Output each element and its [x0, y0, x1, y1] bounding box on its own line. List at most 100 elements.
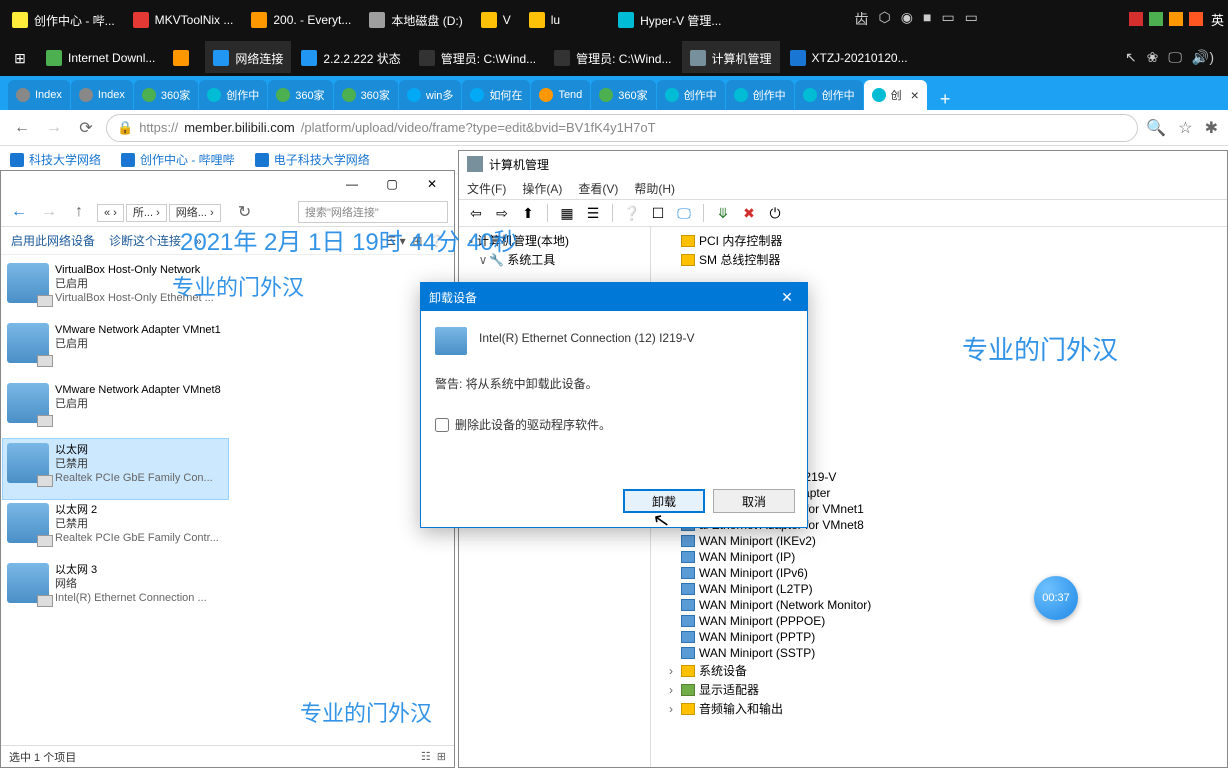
- scan-icon[interactable]: ⤋: [712, 202, 734, 224]
- taskbar-item[interactable]: 计算机管理: [682, 41, 780, 73]
- network-adapter-device[interactable]: WAN Miniport (SSTP): [661, 645, 1217, 661]
- taskbar-item[interactable]: 网络连接: [205, 41, 291, 73]
- menu-item[interactable]: 文件(F): [467, 180, 506, 197]
- taskbar-item[interactable]: 本地磁盘 (D:): [361, 3, 470, 35]
- minimize-button[interactable]: —: [334, 173, 370, 195]
- tray-icon[interactable]: ▭: [965, 9, 978, 29]
- bookmark-item[interactable]: 电子科技大学网络: [255, 151, 370, 168]
- device-category[interactable]: ›音频输入和输出: [661, 699, 1217, 718]
- nc-forward-button[interactable]: →: [37, 200, 61, 224]
- device-item[interactable]: SM 总线控制器: [661, 250, 1217, 269]
- menu-item[interactable]: 帮助(H): [634, 180, 675, 197]
- tiles-view-icon[interactable]: ⊞: [437, 750, 446, 763]
- cancel-button[interactable]: 取消: [713, 489, 795, 513]
- menu-item[interactable]: 操作(A): [522, 180, 562, 197]
- nc-command[interactable]: »: [195, 234, 202, 248]
- network-adapter-item[interactable]: 以太网 3网络Intel(R) Ethernet Connection ...: [3, 559, 228, 619]
- delete-driver-input[interactable]: [435, 418, 449, 432]
- taskbar-item[interactable]: [165, 41, 203, 73]
- tray-icon[interactable]: ▭: [941, 9, 954, 29]
- forward-button[interactable]: →: [42, 116, 66, 140]
- taskbar-item[interactable]: 2.2.2.222 状态: [293, 41, 408, 73]
- taskbar-item[interactable]: V: [473, 3, 519, 35]
- reload-button[interactable]: ⟳: [74, 116, 98, 140]
- url-input[interactable]: 🔒 https://member.bilibili.com/platform/u…: [106, 114, 1138, 142]
- delete-icon[interactable]: ✖: [738, 202, 760, 224]
- device-item[interactable]: PCI 内存控制器: [661, 231, 1217, 250]
- taskbar-item[interactable]: [570, 3, 608, 35]
- network-adapter-device[interactable]: WAN Miniport (PPPOE): [661, 613, 1217, 629]
- chrome-tab[interactable]: 创×: [864, 80, 927, 110]
- ime-indicator[interactable]: 英: [1211, 10, 1224, 29]
- power-icon[interactable]: ⏻: [764, 202, 786, 224]
- network-adapter-device[interactable]: WAN Miniport (IKEv2): [661, 533, 1217, 549]
- back-button[interactable]: ←: [10, 116, 34, 140]
- nc-command[interactable]: 诊断这个连接: [109, 232, 181, 249]
- network-adapter-device[interactable]: WAN Miniport (IP): [661, 549, 1217, 565]
- tray-app-icon[interactable]: [1149, 12, 1163, 26]
- tree-root[interactable]: ▪计算机管理(本地): [463, 231, 646, 250]
- bookmark-item[interactable]: 创作中心 - 哔哩哔: [121, 151, 235, 168]
- taskbar-item[interactable]: 管理员: C:\Wind...: [546, 41, 679, 73]
- network-adapter-item[interactable]: VirtualBox Host-Only Network已启用VirtualBo…: [3, 259, 228, 319]
- chrome-tab[interactable]: 创作中: [199, 80, 267, 110]
- extensions-icon[interactable]: ✱: [1205, 118, 1218, 138]
- network-adapter-device[interactable]: WAN Miniport (IPv6): [661, 565, 1217, 581]
- nc-breadcrumb[interactable]: « ›所... ›网络... ›: [97, 204, 223, 220]
- taskbar-item[interactable]: Hyper-V 管理...: [610, 3, 729, 35]
- taskbar-item[interactable]: lu: [521, 3, 568, 35]
- back-icon[interactable]: ⇦: [465, 202, 487, 224]
- dialog-close-button[interactable]: ✕: [775, 289, 799, 306]
- chrome-tab[interactable]: 360家: [334, 80, 398, 110]
- chrome-tab[interactable]: Index: [71, 80, 133, 110]
- tray-icon[interactable]: ❀: [1147, 49, 1159, 66]
- tray-icon[interactable]: 🔊): [1192, 49, 1214, 66]
- network-adapter-device[interactable]: WAN Miniport (PPTP): [661, 629, 1217, 645]
- taskbar-item[interactable]: 200. - Everyt...: [243, 3, 359, 35]
- tray-app-icon[interactable]: [1129, 12, 1143, 26]
- nc-search-input[interactable]: 搜索"网络连接": [298, 201, 448, 223]
- close-button[interactable]: ✕: [414, 173, 450, 195]
- taskbar-item[interactable]: XTZJ-20210120...: [782, 41, 916, 73]
- list-icon[interactable]: ☰: [582, 202, 604, 224]
- new-tab-button[interactable]: +: [928, 89, 963, 110]
- properties-icon[interactable]: ▦: [556, 202, 578, 224]
- bookmark-item[interactable]: 科技大学网络: [10, 151, 101, 168]
- tray-icon[interactable]: ⬡: [879, 9, 891, 29]
- maximize-button[interactable]: ▢: [374, 173, 410, 195]
- delete-driver-checkbox[interactable]: 删除此设备的驱动程序软件。: [435, 416, 793, 433]
- monitor-icon[interactable]: 🖵: [673, 202, 695, 224]
- chrome-tab[interactable]: win多: [399, 80, 462, 110]
- up-icon[interactable]: ⬆: [517, 202, 539, 224]
- tray-icon[interactable]: ◉: [901, 9, 913, 29]
- network-adapter-item[interactable]: 以太网 2已禁用Realtek PCIe GbE Family Contr...: [3, 499, 228, 559]
- chrome-tab[interactable]: 360家: [591, 80, 655, 110]
- chrome-tab[interactable]: Index: [8, 80, 70, 110]
- view-icon[interactable]: ☐: [647, 202, 669, 224]
- network-adapter-item[interactable]: 以太网已禁用Realtek PCIe GbE Family Con...: [3, 439, 228, 499]
- chrome-tab[interactable]: 创作中: [657, 80, 725, 110]
- device-category[interactable]: ›系统设备: [661, 661, 1217, 680]
- taskbar-item[interactable]: 创作中心 - 哔...: [4, 3, 123, 35]
- tray-icon[interactable]: 🖵: [1168, 49, 1182, 66]
- tray-icon[interactable]: ↖: [1125, 49, 1137, 66]
- network-adapter-device[interactable]: WAN Miniport (Network Monitor): [661, 597, 1217, 613]
- chrome-tab[interactable]: 360家: [268, 80, 332, 110]
- tray-icon[interactable]: ■: [923, 9, 931, 29]
- bookmark-star-icon[interactable]: ☆: [1178, 118, 1192, 138]
- nc-up-button[interactable]: ↑: [67, 200, 91, 224]
- forward-icon[interactable]: ⇨: [491, 202, 513, 224]
- taskbar-item[interactable]: Internet Downl...: [38, 41, 163, 73]
- help-icon[interactable]: ❔: [621, 202, 643, 224]
- device-category[interactable]: ›显示适配器: [661, 680, 1217, 699]
- tray-app-icon[interactable]: [1169, 12, 1183, 26]
- dialog-titlebar[interactable]: 卸载设备 ✕: [421, 283, 807, 311]
- nc-back-button[interactable]: ←: [7, 200, 31, 224]
- chrome-tab[interactable]: Tend: [531, 80, 590, 110]
- taskbar-item[interactable]: MKVToolNix ...: [125, 3, 242, 35]
- taskbar-item[interactable]: 管理员: C:\Wind...: [411, 41, 544, 73]
- uninstall-button[interactable]: 卸载: [623, 489, 705, 513]
- tray-app-icon[interactable]: [1189, 12, 1203, 26]
- tree-system-tools[interactable]: ∨🔧 系统工具: [463, 250, 646, 269]
- network-adapter-item[interactable]: VMware Network Adapter VMnet1已启用: [3, 319, 228, 379]
